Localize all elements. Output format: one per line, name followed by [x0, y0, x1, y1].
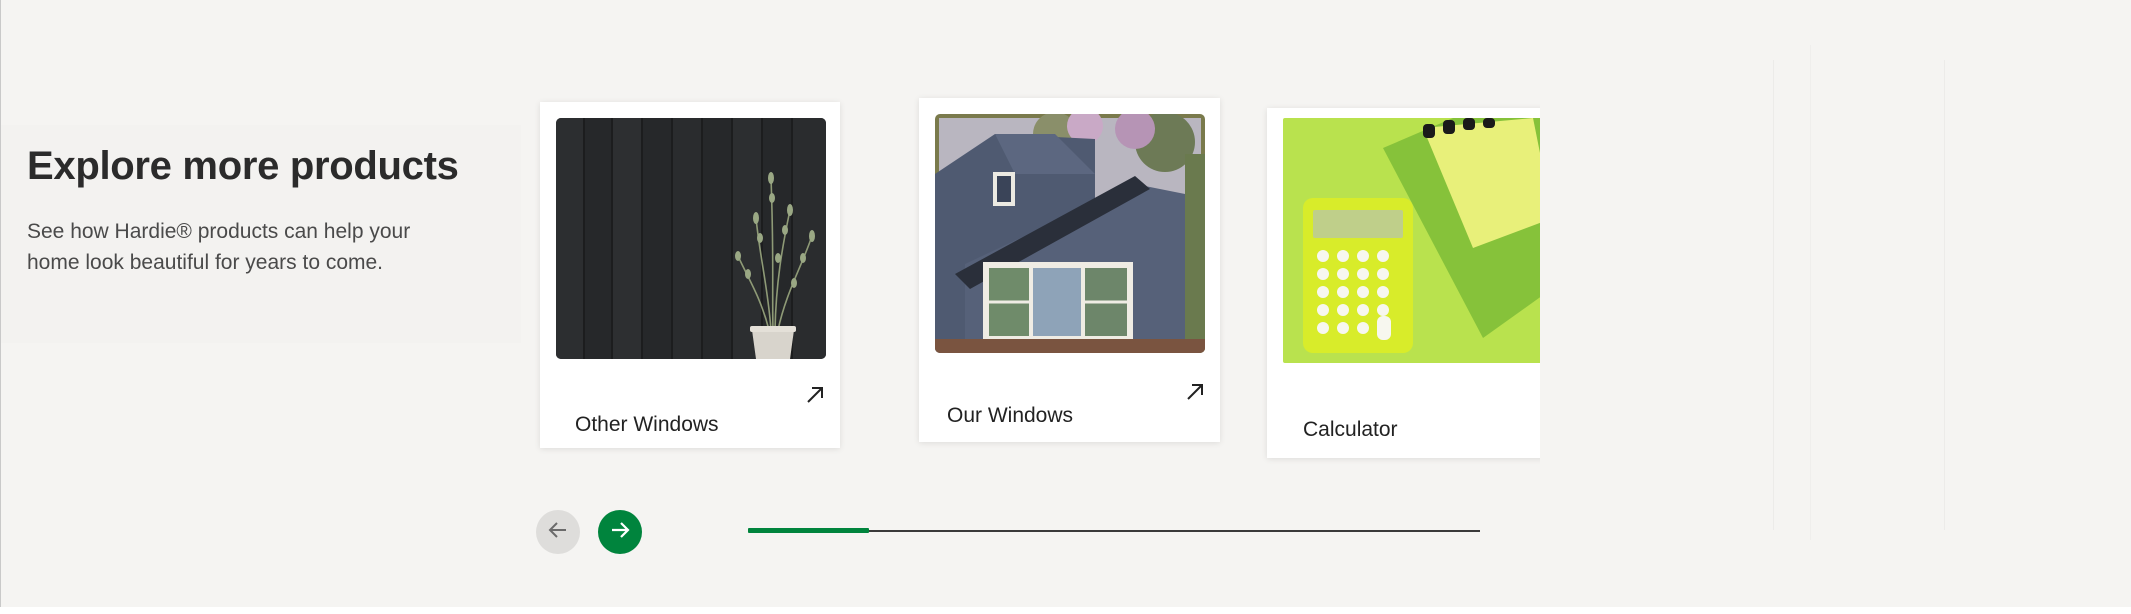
- blue-house-image: [935, 114, 1205, 353]
- product-carousel[interactable]: Other Windows Our Windows Calculator: [530, 90, 1540, 490]
- product-card-other-windows[interactable]: Other Windows: [540, 102, 840, 448]
- background-panel: [1810, 45, 1944, 540]
- explore-products-section: Explore more products See how Hardie® pr…: [0, 0, 2131, 607]
- card-title: Our Windows: [947, 404, 1074, 427]
- carousel-progress-fill: [748, 528, 869, 533]
- arrow-up-right-icon[interactable]: [1537, 380, 1540, 402]
- product-card-our-windows[interactable]: Our Windows: [919, 98, 1220, 442]
- card-title: Calculator: [1303, 418, 1398, 441]
- carousel-progress-bar: [748, 528, 1480, 533]
- arrow-right-icon: [608, 518, 632, 547]
- section-heading: Explore more products: [27, 144, 459, 188]
- arrow-left-icon: [546, 518, 570, 547]
- product-card-calculator[interactable]: Calculator: [1267, 108, 1540, 458]
- calculator-image: [1283, 118, 1540, 363]
- carousel-next-button[interactable]: [598, 510, 642, 554]
- carousel-prev-button[interactable]: [536, 510, 580, 554]
- arrow-up-right-icon[interactable]: [1184, 381, 1206, 403]
- arrow-up-right-icon[interactable]: [804, 384, 826, 406]
- dark-siding-image: [556, 118, 826, 359]
- section-description: See how Hardie® products can help your h…: [27, 220, 411, 274]
- card-title: Other Windows: [575, 413, 719, 436]
